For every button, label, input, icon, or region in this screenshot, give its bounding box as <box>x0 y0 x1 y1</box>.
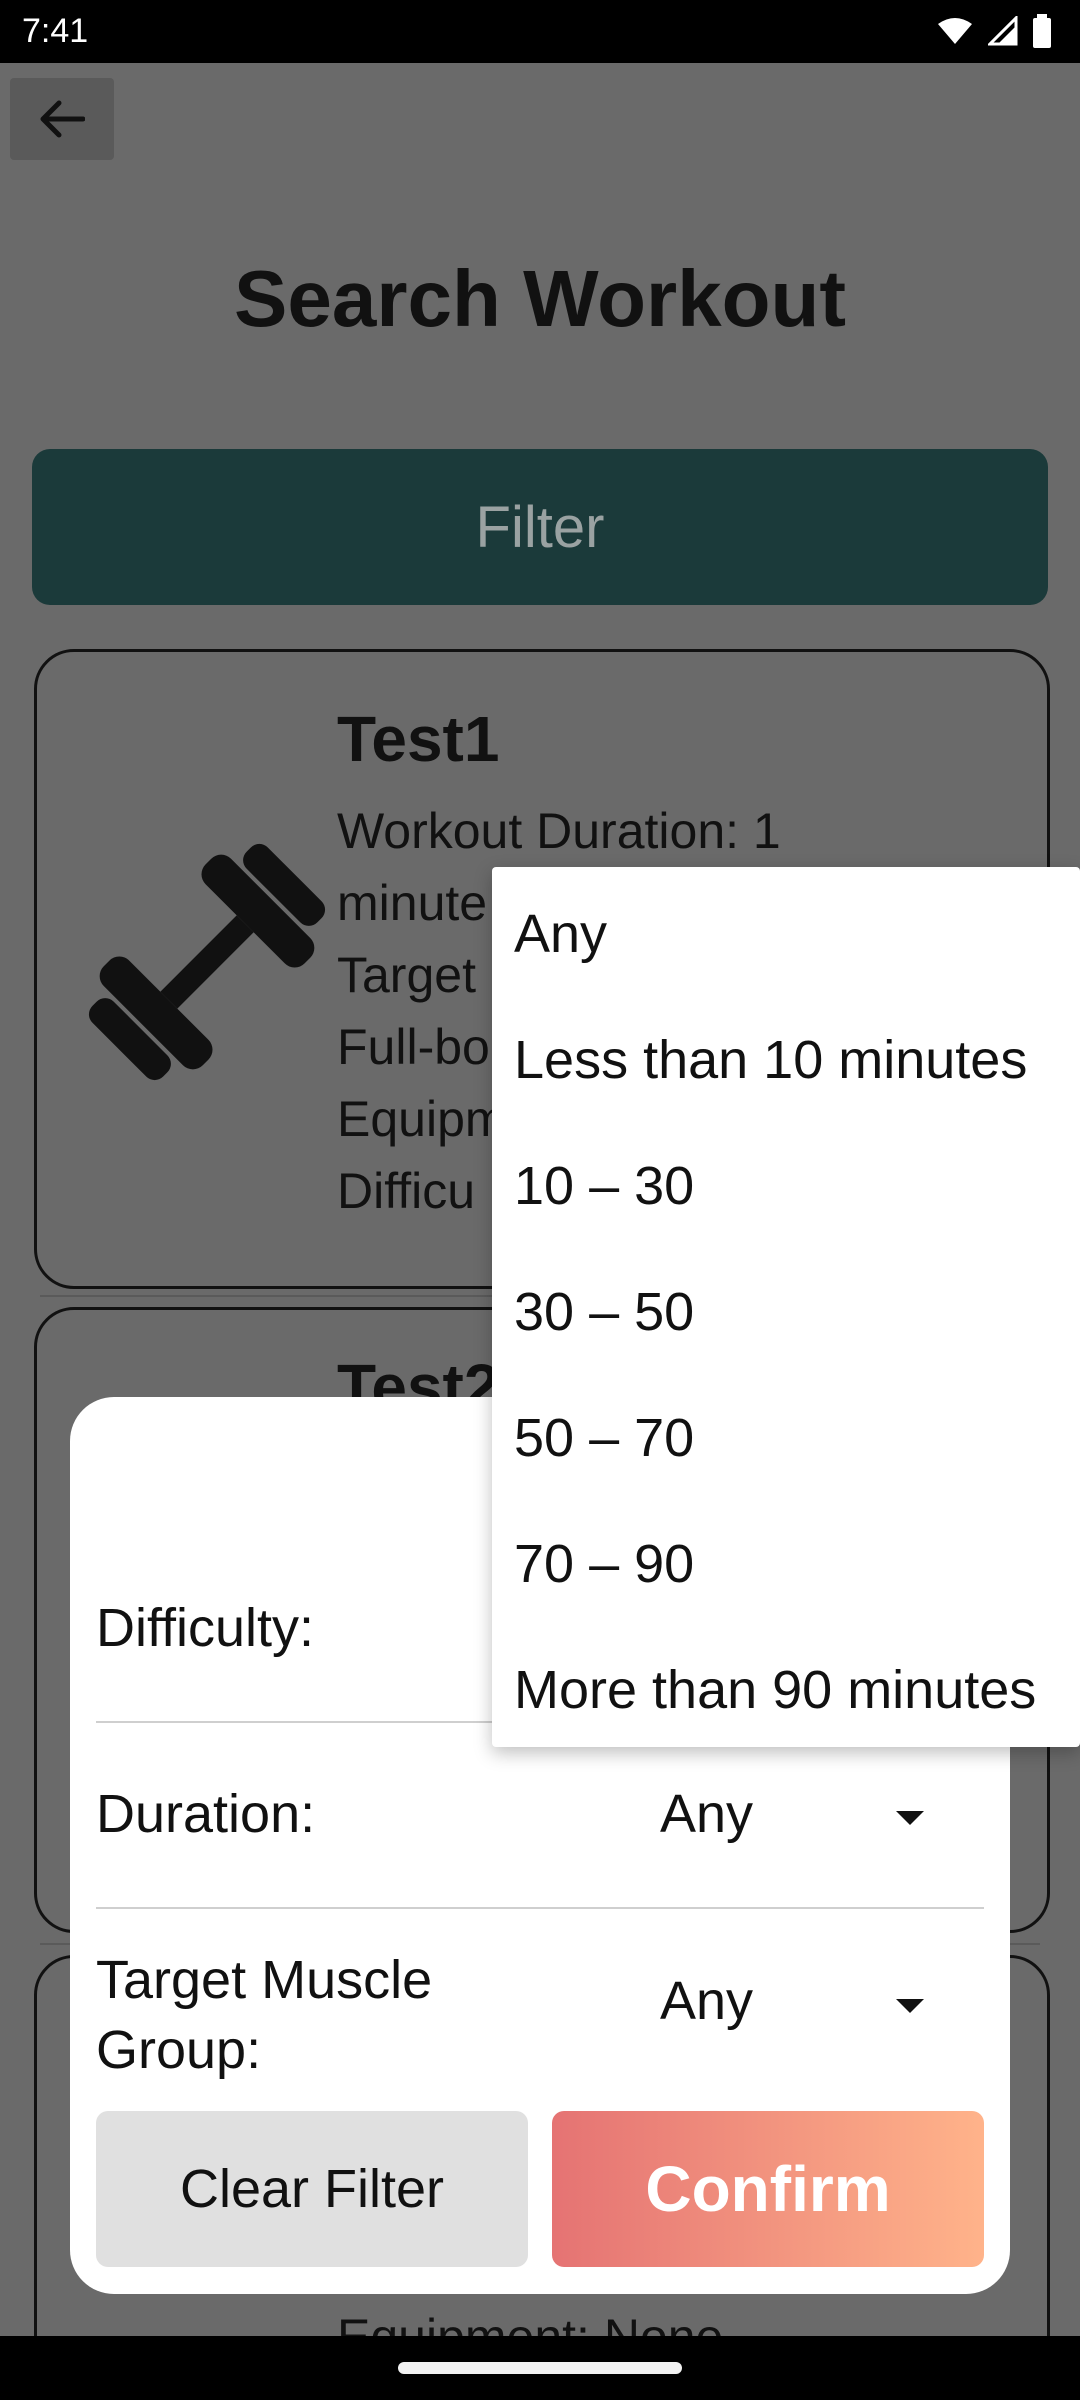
arrow-left-icon <box>40 100 85 138</box>
workout-target-line: Target <box>337 947 476 1003</box>
back-button[interactable] <box>10 78 114 160</box>
chevron-down-icon[interactable] <box>896 1999 924 2013</box>
menu-item-more-than-90[interactable]: More than 90 minutes <box>514 1659 1036 1721</box>
chevron-down-icon[interactable] <box>896 1811 924 1825</box>
signal-icon <box>988 16 1018 46</box>
menu-item-70-90[interactable]: 70 – 90 <box>514 1533 694 1595</box>
workout-name: Test1 <box>337 703 500 775</box>
home-indicator[interactable] <box>398 2362 682 2374</box>
wifi-icon <box>938 18 972 44</box>
target-muscle-select[interactable]: Any <box>660 1970 753 2032</box>
target-muscle-label-line2: Group: <box>96 2020 262 2080</box>
battery-icon <box>1033 14 1051 48</box>
workout-duration-line2: minute <box>337 875 488 931</box>
status-icons <box>936 14 1052 48</box>
target-muscle-label-line1: Target Muscle <box>96 1950 433 2010</box>
difficulty-label: Difficulty: <box>96 1598 315 1658</box>
filter-button[interactable]: Filter <box>32 449 1048 605</box>
clear-filter-button[interactable]: Clear Filter <box>96 2111 528 2267</box>
workout-equipment-line: Equipm <box>337 1091 507 1147</box>
navigation-bar <box>0 2336 1080 2400</box>
status-time: 7:41 <box>22 12 89 50</box>
duration-label: Duration: <box>96 1784 316 1844</box>
menu-item-10-30[interactable]: 10 – 30 <box>514 1155 694 1217</box>
menu-item-50-70[interactable]: 50 – 70 <box>514 1407 694 1469</box>
status-bar: 7:41 <box>0 0 1080 63</box>
workout-target-value-line: Full-bo <box>337 1019 490 1075</box>
row-divider <box>96 1907 984 1909</box>
workout-difficulty-line: Difficu <box>337 1163 476 1219</box>
confirm-button[interactable]: Confirm <box>552 2111 984 2267</box>
workout-duration-line1: Workout Duration: 1 <box>337 803 781 859</box>
page-title: Search Workout <box>234 254 846 343</box>
dumbbell-icon <box>88 843 326 1081</box>
duration-select[interactable]: Any <box>660 1783 753 1845</box>
menu-item-less-than-10[interactable]: Less than 10 minutes <box>514 1029 1027 1091</box>
duration-dropdown-menu: Any Less than 10 minutes 10 – 30 30 – 50… <box>492 867 1080 1747</box>
menu-item-30-50[interactable]: 30 – 50 <box>514 1281 694 1343</box>
menu-item-any[interactable]: Any <box>514 903 607 965</box>
